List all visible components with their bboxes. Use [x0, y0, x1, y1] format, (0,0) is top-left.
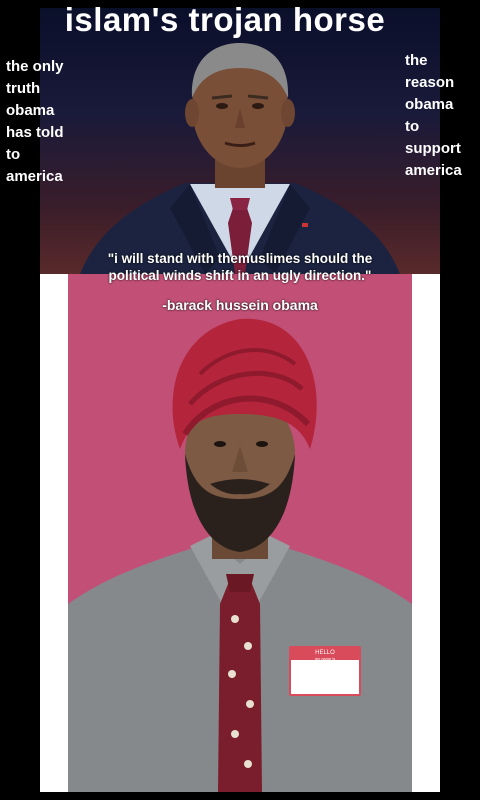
- quote-text: "i will stand with themuslimes should th…: [40, 250, 440, 284]
- quote-line: "i will stand with themuslimes should th…: [107, 251, 373, 266]
- name-tag-subtitle: my name is: [315, 656, 335, 661]
- left-caption-line: obama: [6, 102, 55, 119]
- top-photo-obama: [40, 8, 440, 274]
- quote-line: political winds shift in an ugly directi…: [108, 268, 372, 283]
- quote-attribution: -barack hussein obama: [162, 297, 318, 313]
- left-caption-line: america: [6, 168, 63, 185]
- right-caption-line: the: [405, 52, 428, 69]
- left-caption-line: to: [6, 146, 21, 163]
- right-caption-line: to: [405, 118, 420, 135]
- left-caption-line: has told: [6, 124, 64, 141]
- turban-portrait-illustration: HELLO my name is: [68, 318, 412, 792]
- right-caption-line: support: [405, 140, 461, 157]
- right-caption: the reason obama to support america: [405, 50, 462, 182]
- suit-portrait-illustration: [80, 43, 400, 274]
- bottom-photo-turban: HELLO my name is: [40, 274, 440, 792]
- right-caption-line: america: [405, 162, 462, 179]
- left-caption-line: truth: [6, 80, 41, 97]
- meme-title: islam's trojan horse: [64, 1, 386, 38]
- left-caption: the only truth obama has told to america: [6, 56, 64, 188]
- left-caption-line: the only: [6, 58, 64, 75]
- right-caption-line: obama: [405, 96, 454, 113]
- right-caption-line: reason: [405, 74, 455, 91]
